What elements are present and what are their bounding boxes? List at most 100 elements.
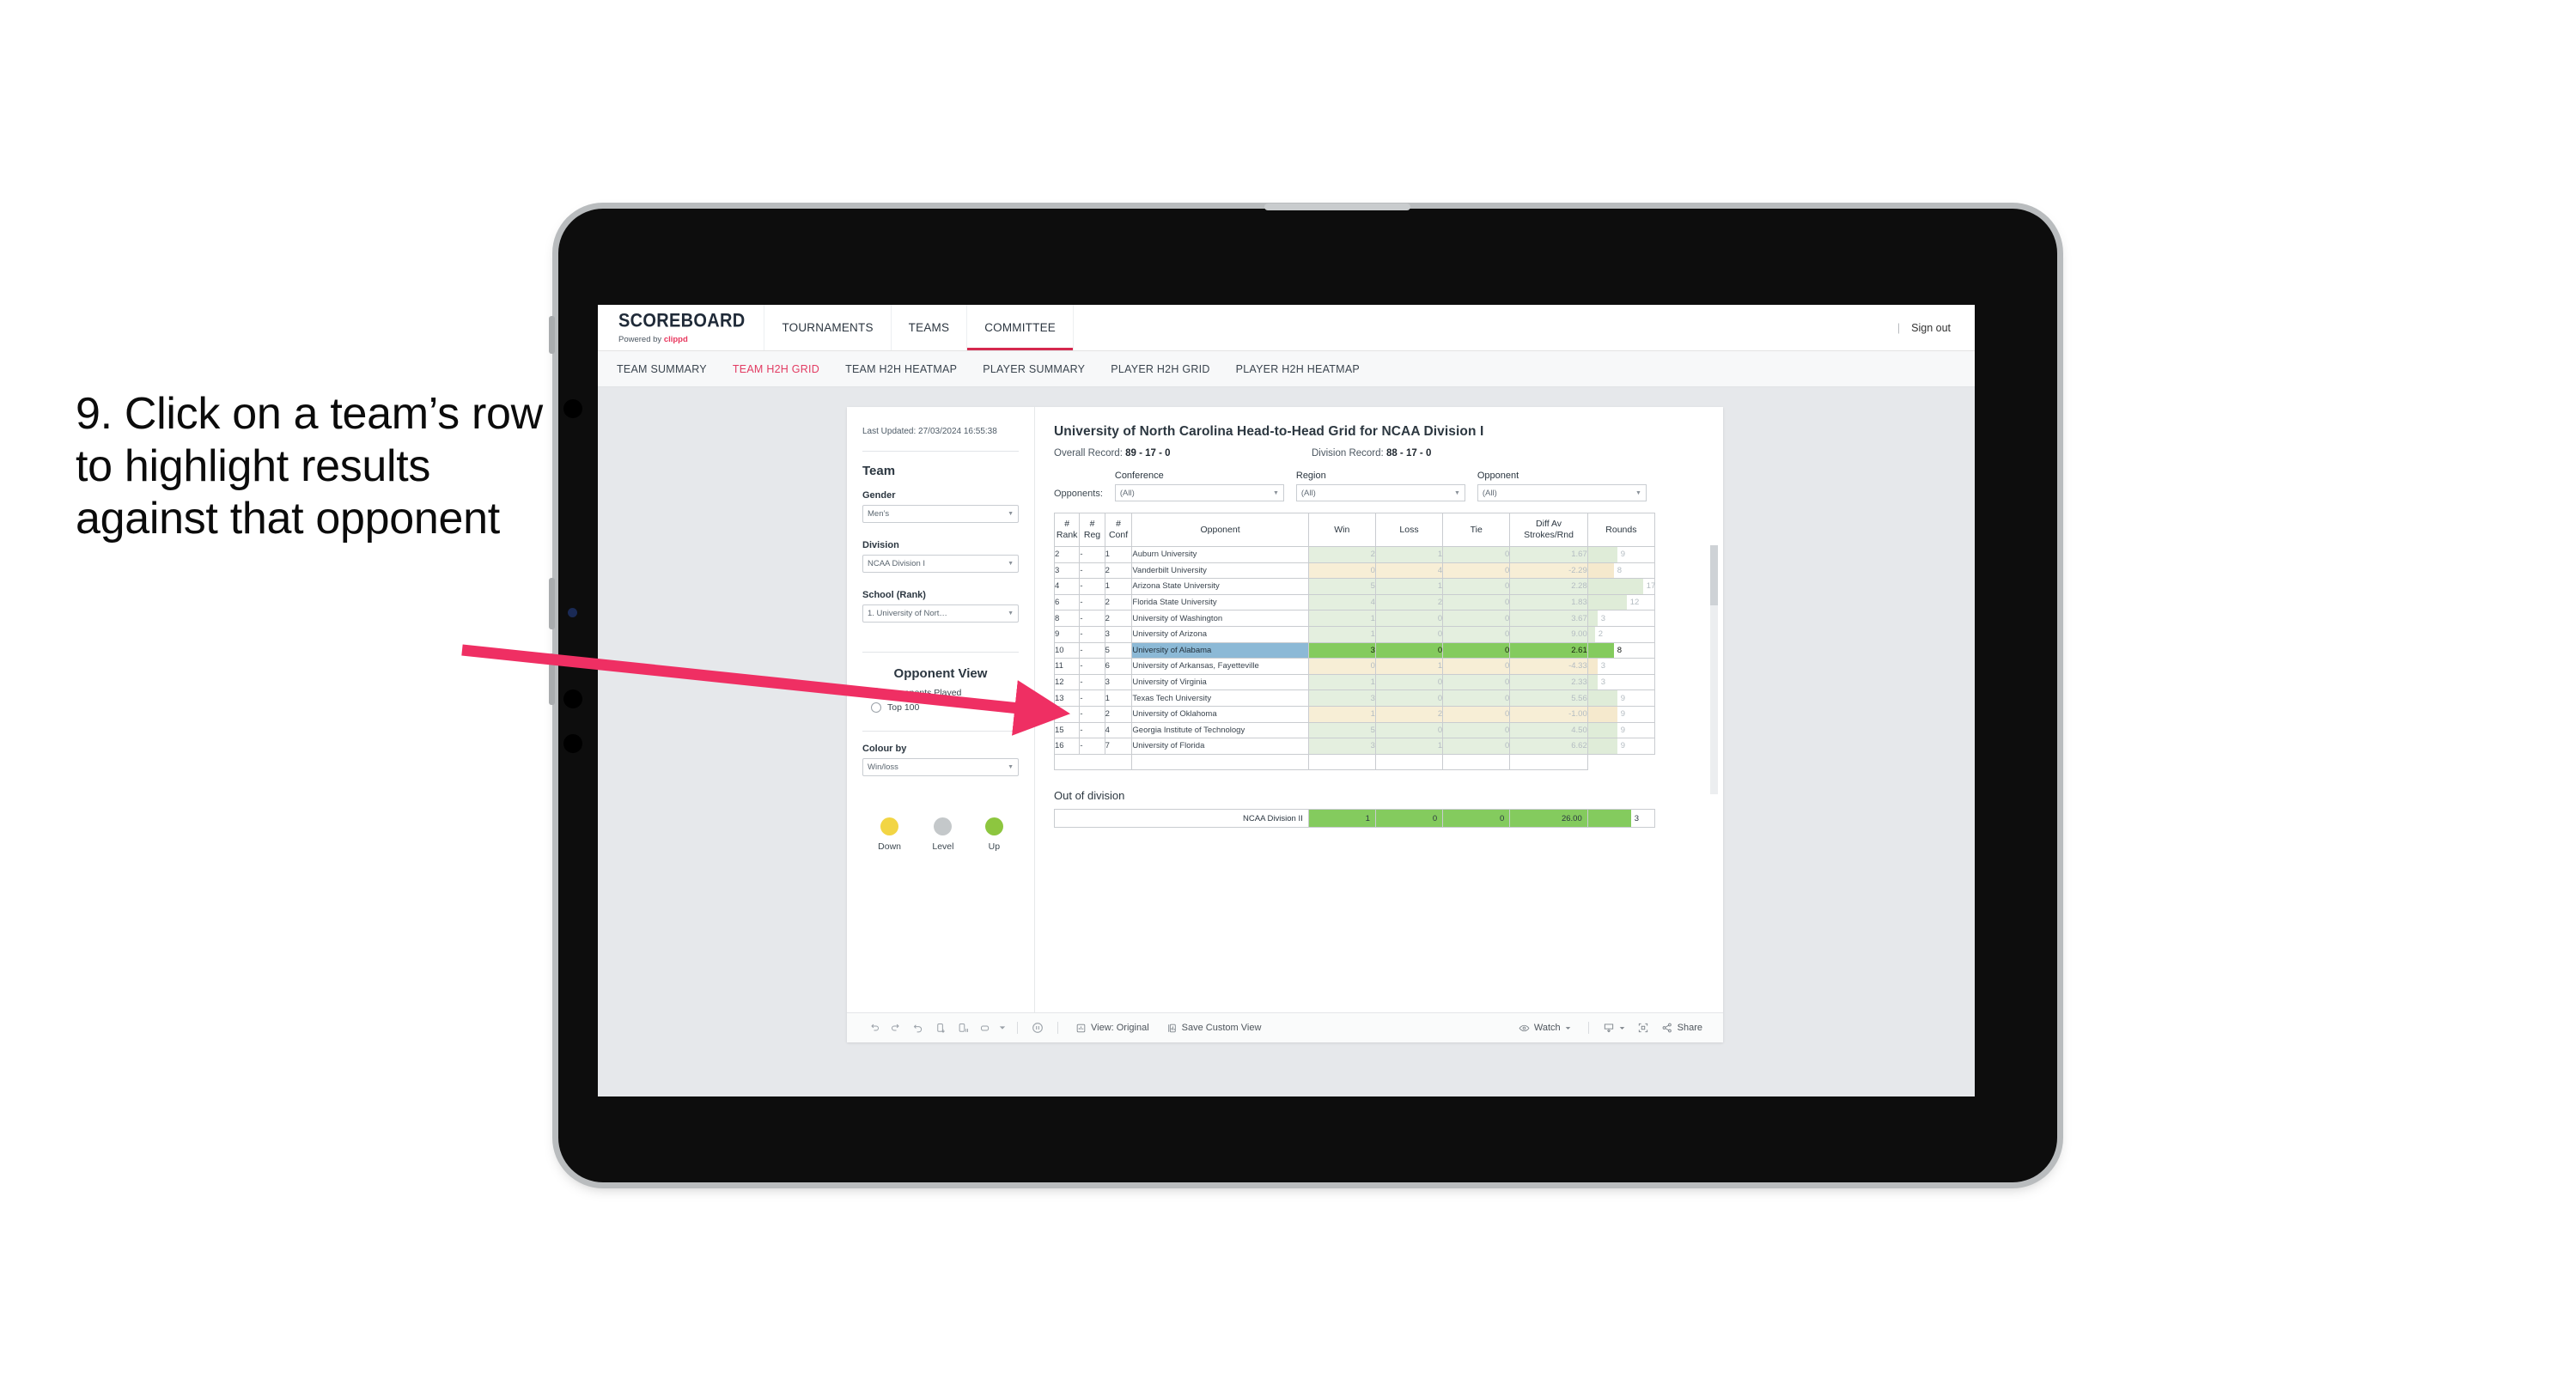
legend-item-down: Down — [878, 817, 901, 852]
cell-win: 0 — [1307, 658, 1376, 675]
col-tie[interactable]: Tie — [1442, 513, 1511, 547]
filler-cell — [1131, 753, 1309, 771]
table-row[interactable]: 4-1 Arizona State University 5 1 0 2.28 17 — [1053, 578, 1655, 595]
col-reg[interactable]: # Reg — [1079, 513, 1105, 547]
pause-updates-icon[interactable] — [952, 1022, 974, 1035]
gender-select[interactable]: Men’s ▼ — [862, 504, 1019, 523]
rounds-bar — [1587, 642, 1614, 659]
col-conf[interactable]: # Conf — [1104, 513, 1133, 547]
opponent-select[interactable]: (All) ▼ — [1477, 484, 1647, 501]
grid-header-row: # Rank # Reg # Conf Opponent Win Loss Ti… — [1053, 513, 1656, 547]
download-button[interactable] — [1598, 1022, 1630, 1034]
radio-icon — [871, 687, 881, 698]
refresh-data-icon[interactable] — [929, 1022, 952, 1035]
save-custom-view-label: Save Custom View — [1181, 1023, 1262, 1033]
grid-body: 2-1 Auburn University 2 1 0 1.67 9 3-2 Vanderbil… — [1053, 546, 1656, 771]
view-original-button[interactable]: View: Original — [1067, 1023, 1158, 1034]
table-row[interactable]: 6-2 Florida State University 4 2 0 1.83 12 — [1053, 593, 1656, 611]
opponents-label: Opponents: — [1054, 489, 1103, 499]
undo-icon[interactable] — [862, 1022, 885, 1035]
highlight-icon[interactable] — [974, 1022, 996, 1035]
cell-opponent: Texas Tech University — [1131, 689, 1309, 707]
colour-legend: Down Level Up — [862, 817, 1019, 852]
cell-opponent: University of Arkansas, Fayetteville — [1131, 658, 1309, 675]
table-row[interactable]: 16-7 University of Florida 3 1 0 6.62 9 — [1053, 738, 1656, 755]
division-record: Division Record: 88 - 17 - 0 — [1312, 448, 1431, 459]
radio-top-100[interactable]: Top 100 — [871, 702, 1019, 713]
redo-icon[interactable] — [885, 1022, 907, 1035]
region-select[interactable]: (All) ▼ — [1295, 484, 1465, 501]
cell-rounds: 17 — [1586, 578, 1655, 595]
colour-by-select[interactable]: Win/loss ▼ — [862, 757, 1019, 776]
cell-reg: - — [1079, 689, 1105, 707]
cell-tie: 0 — [1442, 689, 1511, 707]
filter-panel: Last Updated: 27/03/2024 16:55:38 Team G… — [847, 407, 1035, 1012]
pause-auto-update-icon[interactable] — [1026, 1021, 1049, 1035]
last-updated-text: Last Updated: 27/03/2024 16:55:38 — [862, 427, 997, 436]
topnav-item-teams[interactable]: TEAMS — [892, 305, 968, 350]
tab-player-summary[interactable]: PLAYER SUMMARY — [983, 363, 1100, 375]
revert-icon[interactable] — [907, 1022, 929, 1035]
cell-diff: -1.00 — [1509, 705, 1588, 723]
cell-diff: 4.50 — [1509, 721, 1588, 739]
col-win[interactable]: Win — [1307, 513, 1376, 547]
tab-player-h2h-heatmap[interactable]: PLAYER H2H HEATMAP — [1236, 363, 1375, 375]
rounds-value: 3 — [1600, 613, 1606, 623]
table-row[interactable]: 8-2 University of Washington 1 0 0 3.67 3 — [1053, 610, 1656, 627]
rounds-bar — [1587, 594, 1627, 610]
signout-link[interactable]: Sign out — [1911, 322, 1951, 334]
filler-cell — [1053, 753, 1133, 771]
cell-conf: 3 — [1104, 673, 1133, 691]
cell-loss: 0 — [1374, 673, 1444, 691]
chevron-down-icon[interactable] — [996, 1024, 1008, 1031]
table-scrollbar-thumb[interactable] — [1710, 545, 1718, 605]
school-select[interactable]: 1. University of Nort… ▼ — [862, 604, 1019, 623]
cell-reg: - — [1079, 673, 1105, 691]
division-select[interactable]: NCAA Division I ▼ — [862, 554, 1019, 573]
cell-tie: 0 — [1442, 705, 1511, 723]
table-row[interactable]: 10-5 University of Alabama 3 0 0 2.61 8 — [1053, 641, 1656, 659]
table-row[interactable]: 3-2 Vanderbilt University 0 4 0 -2.29 8 — [1053, 562, 1656, 580]
legend-label-level: Level — [932, 841, 954, 852]
table-row[interactable]: 12-3 University of Virginia 1 0 0 2.33 3 — [1053, 673, 1656, 691]
device-bezel-dot-top — [563, 399, 582, 418]
cell-opponent: University of Washington — [1131, 610, 1309, 627]
cell-rounds: 3 — [1586, 658, 1656, 675]
table-row[interactable]: 9-3 University of Arizona 1 0 0 9.00 2 — [1053, 625, 1656, 643]
tab-player-h2h-grid[interactable]: PLAYER H2H GRID — [1111, 363, 1225, 375]
topnav-item-committee[interactable]: COMMITTEE — [967, 305, 1074, 350]
col-rank[interactable]: # Rank — [1053, 513, 1081, 547]
cell-opponent: Vanderbilt University — [1131, 562, 1309, 580]
table-row[interactable]: 14-2 University of Oklahoma 1 2 0 -1.00 9 — [1053, 705, 1656, 723]
cell-rounds: 3 — [1586, 610, 1656, 627]
chevron-down-icon: ▼ — [1008, 763, 1014, 770]
overall-record-value: 89 - 17 - 0 — [1125, 448, 1171, 459]
tab-team-h2h-grid[interactable]: TEAM H2H GRID — [733, 363, 835, 375]
watch-button[interactable]: Watch — [1510, 1023, 1580, 1034]
topnav-item-tournaments[interactable]: TOURNAMENTS — [764, 305, 892, 350]
conference-select[interactable]: (All) ▼ — [1114, 484, 1284, 501]
fullscreen-button[interactable] — [1630, 1022, 1656, 1034]
browser-viewport: SCOREBOARD Powered by clippd TOURNAMENTS… — [598, 305, 1975, 1096]
table-row[interactable]: 11-6 University of Arkansas, Fayetteville… — [1053, 658, 1656, 675]
save-custom-view-button[interactable]: Save Custom View — [1158, 1023, 1270, 1034]
share-button[interactable]: Share — [1656, 1022, 1708, 1034]
radio-opponents-played[interactable]: Opponents Played — [871, 687, 1019, 698]
conference-value: (All) — [1119, 488, 1135, 498]
table-row[interactable]: 13-1 Texas Tech University 3 0 0 5.56 9 — [1053, 689, 1656, 707]
conference-label: Conference — [1114, 471, 1164, 481]
table-row[interactable]: 2-1 Auburn University 2 1 0 1.67 9 — [1053, 546, 1656, 563]
cell-opponent: University of Virginia — [1131, 673, 1309, 691]
col-diff[interactable]: Diff Av Strokes/Rnd — [1509, 513, 1588, 547]
tab-team-summary[interactable]: TEAM SUMMARY — [617, 363, 722, 375]
table-row[interactable]: 15-4 Georgia Institute of Technology 5 0 0 4.… — [1053, 721, 1656, 739]
col-rounds[interactable]: Rounds — [1586, 513, 1656, 547]
cell-rank: 4 — [1053, 578, 1081, 595]
tab-team-h2h-heatmap[interactable]: TEAM H2H HEATMAP — [845, 363, 972, 375]
app-logo[interactable]: SCOREBOARD Powered by clippd — [598, 305, 765, 350]
col-opponent[interactable]: Opponent — [1131, 513, 1309, 547]
col-loss[interactable]: Loss — [1374, 513, 1444, 547]
records-row: Overall Record: 89 - 17 - 0 Division Rec… — [1054, 448, 1706, 459]
device-bezel-dot-mid — [563, 689, 582, 708]
table-row[interactable]: NCAA Division II 1 0 0 26.00 3 — [1054, 809, 1656, 829]
